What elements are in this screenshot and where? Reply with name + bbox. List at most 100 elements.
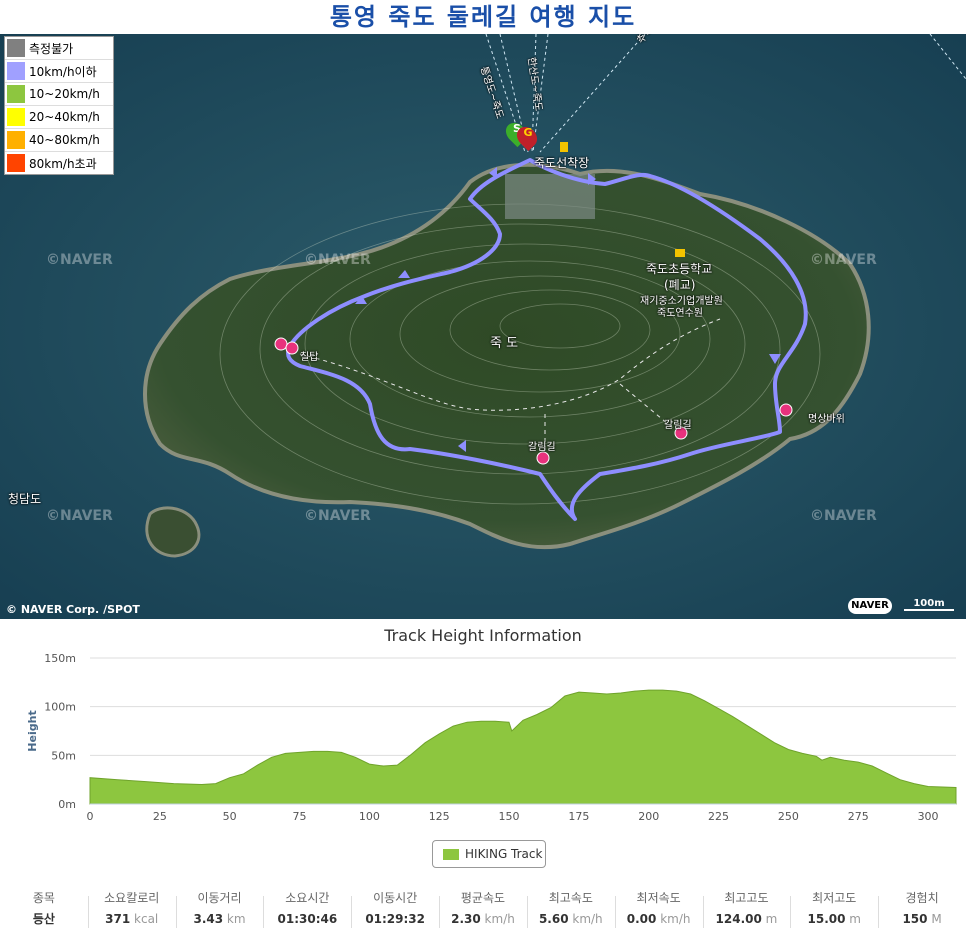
legend-item: 10km/h이하	[5, 60, 113, 83]
x-tick-label: 25	[153, 810, 167, 823]
legend-swatch	[7, 108, 25, 126]
legend-item: 20~40km/h	[5, 106, 113, 129]
elevation-area	[89, 689, 957, 805]
stat-label: 종목	[32, 891, 55, 905]
legend-item: 10~20km/h	[5, 83, 113, 106]
stat-label: 최고속도	[548, 891, 593, 905]
watermark-1: ©NAVER	[46, 252, 113, 268]
map-copyright: © NAVER Corp. /SPOT	[6, 603, 140, 616]
stat-item: 이동시간 01:29:32	[351, 888, 439, 935]
legend-label: 80km/h초과	[29, 156, 97, 171]
stat-value: 3.43 km	[193, 912, 246, 926]
legend-swatch	[7, 154, 25, 172]
y-tick-label: 150m	[44, 652, 76, 665]
stat-value: 01:29:32	[365, 912, 426, 926]
legend-item: 80km/h초과	[5, 152, 113, 174]
x-tick-label: 275	[848, 810, 869, 823]
watermark-2: ©NAVER	[304, 252, 371, 268]
legend-item: 측정불가	[5, 37, 113, 60]
stat-value: 124.00 m	[715, 912, 778, 926]
satellite-map[interactable]: S G 통영도~죽도 한산도~죽도 추봉도~죽도 죽도선착장 죽도초등학교 (폐…	[0, 34, 966, 619]
stat-item: 최저고도 15.00 m	[790, 888, 878, 935]
rock-label: 명상바위	[808, 414, 845, 425]
watermark-6: ©NAVER	[810, 508, 877, 524]
stat-item: 평균속도 2.30 km/h	[439, 888, 527, 935]
legend-swatch	[7, 62, 25, 80]
watermark-4: ©NAVER	[46, 508, 113, 524]
stat-item: 최고고도 124.00 m	[703, 888, 791, 935]
x-tick-label: 75	[293, 810, 307, 823]
stat-label: 평균속도	[460, 891, 506, 905]
stat-unit: kcal	[130, 912, 159, 926]
x-tick-label: 200	[638, 810, 659, 823]
stat-label: 최저속도	[636, 891, 681, 905]
y-tick-label: 50m	[51, 749, 76, 762]
stat-separator	[526, 896, 528, 928]
x-tick-label: 125	[429, 810, 450, 823]
stat-unit: M	[927, 912, 942, 926]
stat-value: 0.00 km/h	[626, 912, 691, 926]
map-title: 통영 죽도 둘레길 여행 지도	[329, 3, 637, 31]
stat-unit: km/h	[480, 912, 515, 926]
stat-item: 최저속도 0.00 km/h	[615, 888, 703, 935]
stat-item: 최고속도 5.60 km/h	[527, 888, 615, 935]
stat-value: 01:30:46	[277, 912, 338, 926]
map-canvas	[0, 34, 966, 619]
stat-separator	[702, 896, 704, 928]
stat-unit: km/h	[656, 912, 691, 926]
fork-label-1: 갈림길	[528, 442, 556, 453]
y-tick-label: 0m	[58, 798, 76, 811]
west-island-label: 청담도	[8, 492, 42, 506]
chart-legend[interactable]: HIKING Track	[432, 840, 546, 868]
stat-label: 소요시간	[285, 891, 330, 905]
map-scale: 100m	[904, 598, 954, 611]
stat-item: 이동거리 3.43 km	[176, 888, 264, 935]
port-label: 죽도선착장	[534, 156, 590, 170]
island-name-label: 죽 도	[490, 336, 519, 351]
stat-item: 경험치 150 M	[878, 888, 966, 935]
speed-legend: 측정불가 10km/h이하 10~20km/h 20~40km/h 40~80k…	[4, 36, 114, 175]
stat-unit: km	[223, 912, 246, 926]
y-axis-title: Height	[26, 710, 39, 751]
legend-swatch	[7, 39, 25, 57]
chart-legend-swatch	[443, 848, 459, 860]
school-label: 죽도초등학교	[646, 262, 713, 276]
x-tick-label: 250	[778, 810, 799, 823]
stat-separator	[790, 896, 792, 928]
naver-logo[interactable]: NAVER	[848, 598, 892, 614]
west-islet	[145, 506, 201, 558]
school-note-label: (폐교)	[664, 278, 696, 292]
stat-label: 경험치	[905, 891, 939, 905]
chart-legend-label: HIKING Track	[465, 847, 543, 861]
legend-label: 20~40km/h	[29, 110, 100, 124]
stat-separator	[439, 896, 441, 928]
track-stats: 종목 등산 소요칼로리 371 kcal 이동거리 3.43 km 소요시간 01:30:46…	[0, 888, 966, 935]
stat-label: 소요칼로리	[104, 891, 160, 905]
fork-label-2: 갈림길	[664, 420, 692, 431]
stat-label: 이동시간	[373, 891, 418, 905]
stat-item: 소요칼로리 371 kcal	[88, 888, 176, 935]
legend-label: 40~80km/h	[29, 133, 100, 147]
x-tick-label: 225	[708, 810, 729, 823]
stat-value: 2.30 km/h	[451, 912, 515, 926]
stat-unit: m	[845, 912, 861, 926]
center-label-2: 죽도연수원	[657, 308, 703, 319]
legend-label: 10km/h이하	[29, 64, 97, 79]
legend-label: 10~20km/h	[29, 87, 100, 101]
y-tick-label: 100m	[44, 701, 76, 714]
stat-separator	[878, 896, 880, 928]
stat-item: 소요시간 01:30:46	[263, 888, 351, 935]
x-tick-label: 0	[87, 810, 94, 823]
stat-separator	[87, 896, 89, 928]
x-tick-label: 100	[359, 810, 380, 823]
x-tick-label: 300	[918, 810, 939, 823]
x-tick-label: 50	[223, 810, 237, 823]
stat-item: 종목 등산	[0, 888, 88, 935]
elevation-chart: 0m 50m 100m 150m 0 25 50 75 100 125 150 175 200 225 25…	[26, 652, 957, 823]
x-tick-label: 150	[499, 810, 520, 823]
watermark-3: ©NAVER	[810, 252, 877, 268]
legend-swatch	[7, 131, 25, 149]
stat-value: 150 M	[902, 912, 942, 926]
watermark-5: ©NAVER	[304, 508, 371, 524]
stat-value: 371 kcal	[105, 912, 159, 926]
